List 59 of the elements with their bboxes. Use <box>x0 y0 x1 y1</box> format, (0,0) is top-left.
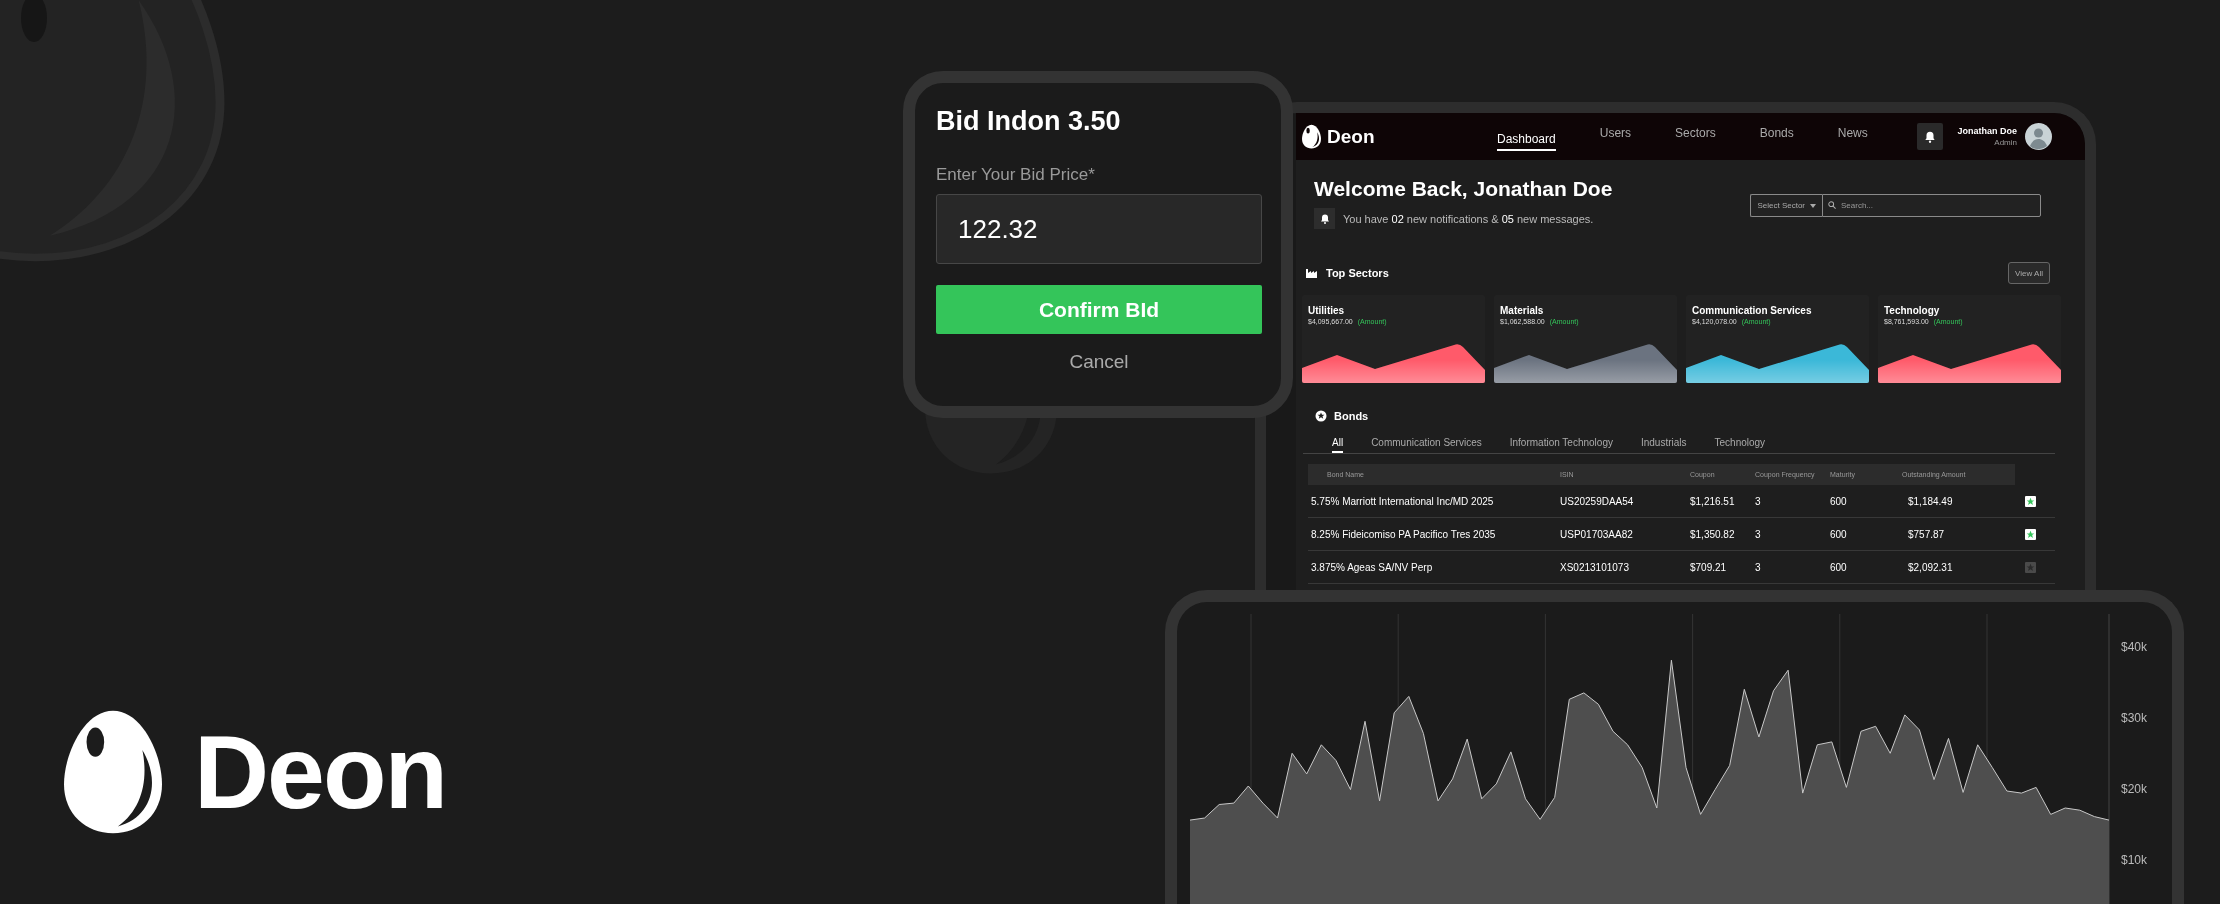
table-cell: $1,184.49 <box>1902 485 2015 518</box>
axis-label: $40k <box>2121 639 2148 654</box>
nav-tab[interactable]: Users <box>1599 122 1632 151</box>
nav-tab[interactable]: Bonds <box>1759 122 1794 151</box>
bond-tab[interactable]: All <box>1332 437 1344 453</box>
bid-price-field[interactable]: 122.32 <box>936 194 1262 264</box>
notification-button[interactable] <box>1917 123 1944 150</box>
nav-tab[interactable]: Dashboard <box>1497 128 1556 151</box>
bond-tab[interactable]: Communication Services <box>1371 437 1482 453</box>
table-cell: $1,216.51 <box>1690 485 1755 518</box>
dialog-title: Bid Indon 3.50 <box>936 105 1122 137</box>
search-field[interactable]: Search... <box>1822 194 2041 217</box>
table-cell: $1,350.82 <box>1690 518 1755 551</box>
table-cell: 3 <box>1755 551 1830 584</box>
sector-select[interactable]: Select Sector <box>1750 194 1822 217</box>
cancel-button[interactable]: Cancel <box>1069 351 1129 373</box>
bond-tab[interactable]: Technology <box>1714 437 1766 453</box>
table-cell: 600 <box>1830 518 1902 551</box>
user-name: Jonathan Doe <box>1957 125 2017 137</box>
axis-label: $20k <box>2121 781 2148 796</box>
table-cell: 600 <box>1830 551 1902 584</box>
sector-name: Utilities <box>1308 305 1345 316</box>
table-cell: 5.75% Marriott International Inc/MD 2025 <box>1308 485 1560 518</box>
table-cell: 3.875% Ageas SA/NV Perp <box>1308 551 1560 584</box>
table-cell: 8.25% Fideicomiso PA Pacifico Tres 2035 <box>1308 518 1560 551</box>
nav-tab[interactable]: News <box>1837 122 1868 151</box>
table-cell: XS0213101073 <box>1560 551 1690 584</box>
bond-tab[interactable]: Industrials <box>1640 437 1687 453</box>
star-circle-icon <box>1315 410 1327 422</box>
axis-label: $30k <box>2121 710 2148 725</box>
view-all-button[interactable]: View All <box>2008 262 2050 284</box>
section-title: Top Sectors <box>1326 267 1389 279</box>
table-cell: 3 <box>1755 518 1830 551</box>
avatar[interactable] <box>2025 123 2052 150</box>
notification-message: You have 02 new notifications & 05 new messages. <box>1343 212 1594 225</box>
sector-name: Materials <box>1500 305 1544 316</box>
table-cell: 3 <box>1755 485 1830 518</box>
table-cell: $709.21 <box>1690 551 1755 584</box>
table-cell: 600 <box>1830 485 1902 518</box>
factory-icon <box>1306 268 1318 278</box>
table-cell: USP01703AA82 <box>1560 518 1690 551</box>
table-cell: US20259DAA54 <box>1560 485 1690 518</box>
axis-label: $10k <box>2121 852 2148 867</box>
section-title: Bonds <box>1334 410 1369 422</box>
user-role: Admin <box>1994 137 2017 148</box>
caret-icon <box>1810 203 1816 208</box>
brand-name: Deon <box>194 720 446 824</box>
egg-logo-icon <box>1302 124 1321 149</box>
sector-name: Communication Services <box>1692 305 1812 316</box>
bond-tab[interactable]: Information Technology <box>1509 437 1613 453</box>
table-cell: $757.87 <box>1902 518 2015 551</box>
brand-name: Deon <box>1327 125 1375 148</box>
sector-name: Technology <box>1884 305 1940 316</box>
welcome-title: Welcome Back, Jonathan Doe <box>1314 176 1613 202</box>
field-label: Enter Your Bid Price* <box>936 165 1096 185</box>
favorite-button[interactable] <box>2025 495 2036 507</box>
favorite-button[interactable] <box>2025 528 2036 540</box>
table-cell: $2,092.31 <box>1902 551 2015 584</box>
nav-tab[interactable]: Sectors <box>1675 122 1716 151</box>
